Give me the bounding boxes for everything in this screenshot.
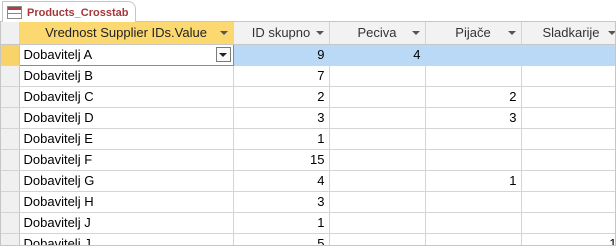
chevron-down-icon[interactable]: [215, 47, 231, 62]
table-row[interactable]: Dobavitelj J 5 1: [1, 233, 615, 245]
table-cell[interactable]: [329, 107, 426, 129]
table-cell[interactable]: [329, 170, 426, 192]
table-cell[interactable]: 3: [233, 191, 330, 213]
table-row[interactable]: Dobavitelj G 4 1: [1, 170, 615, 192]
table-cell[interactable]: [521, 65, 615, 87]
table-cell[interactable]: Dobavitelj H: [19, 191, 234, 213]
table-row[interactable]: Dobavitelj C 2 2: [1, 86, 615, 108]
table-cell[interactable]: 1: [233, 212, 330, 234]
column-header-peciva[interactable]: Peciva: [329, 22, 426, 45]
table-cell[interactable]: Dobavitelj G: [19, 170, 234, 192]
table-cell[interactable]: [521, 86, 615, 108]
table-cell[interactable]: Dobavitelj C: [19, 86, 234, 108]
sort-dropdown-icon[interactable]: [315, 31, 324, 35]
table-row[interactable]: Dobavitelj H 3: [1, 191, 615, 213]
table-row[interactable]: Dobavitelj D 3 3: [1, 107, 615, 129]
table-cell[interactable]: 7: [233, 65, 330, 87]
table-cell[interactable]: Dobavitelj F: [19, 149, 234, 171]
table-cell[interactable]: Dobavitelj J: [19, 212, 234, 234]
supplier-combo-cell[interactable]: Dobavitelj A: [18, 43, 234, 66]
column-header-label: ID skupno: [251, 25, 311, 41]
table-cell[interactable]: [521, 44, 615, 66]
document-tab-products-crosstab[interactable]: Products_Crosstab: [2, 1, 136, 23]
row-selector[interactable]: [1, 191, 20, 213]
select-all-corner[interactable]: [1, 22, 20, 45]
table-row[interactable]: Dobavitelj A 9 4: [1, 43, 615, 66]
row-selector[interactable]: [1, 149, 20, 171]
sort-dropdown-icon[interactable]: [507, 31, 516, 35]
document-tab-strip: Products_Crosstab: [0, 0, 616, 23]
table-cell[interactable]: [425, 44, 522, 66]
table-row[interactable]: Dobavitelj E 1: [1, 128, 615, 150]
table-cell[interactable]: [425, 65, 522, 87]
column-header-supplier[interactable]: Vrednost Supplier IDs.Value: [19, 22, 234, 45]
cell-value: Dobavitelj A: [23, 47, 93, 62]
header-row: Vrednost Supplier IDs.Value ID skupno Pe…: [1, 22, 615, 45]
table-cell[interactable]: 4: [233, 170, 330, 192]
table-cell[interactable]: Dobavitelj J: [19, 233, 234, 245]
table-cell[interactable]: [425, 191, 522, 213]
table-cell[interactable]: 2: [425, 86, 522, 108]
table-cell[interactable]: [521, 191, 615, 213]
row-selector[interactable]: [1, 86, 20, 108]
table-cell[interactable]: [329, 212, 426, 234]
table-cell[interactable]: [521, 107, 615, 129]
row-selector[interactable]: [1, 44, 20, 66]
table-cell[interactable]: [329, 128, 426, 150]
tab-label: Products_Crosstab: [27, 6, 129, 19]
sort-dropdown-icon[interactable]: [411, 31, 420, 35]
column-header-label: Pijače: [455, 25, 491, 41]
column-header-id-skupno[interactable]: ID skupno: [233, 22, 330, 45]
table-cell[interactable]: Dobavitelj B: [19, 65, 234, 87]
row-selector[interactable]: [1, 107, 20, 129]
table-cell[interactable]: Dobavitelj E: [19, 128, 234, 150]
table-cell[interactable]: [329, 86, 426, 108]
table-cell[interactable]: [329, 65, 426, 87]
table-cell[interactable]: 3: [233, 107, 330, 129]
row-selector[interactable]: [1, 170, 20, 192]
table-cell[interactable]: [425, 149, 522, 171]
table-cell[interactable]: 2: [233, 86, 330, 108]
sort-dropdown-icon[interactable]: [219, 31, 228, 35]
table-cell[interactable]: 4: [329, 44, 426, 66]
table-row[interactable]: Dobavitelj J 1: [1, 212, 615, 234]
table-cell[interactable]: [329, 233, 426, 245]
sort-dropdown-icon[interactable]: [607, 31, 615, 35]
table-cell[interactable]: 1: [233, 128, 330, 150]
table-cell[interactable]: [521, 170, 615, 192]
table-row[interactable]: Dobavitelj F 15: [1, 149, 615, 171]
table-cell[interactable]: 1: [425, 170, 522, 192]
table-cell[interactable]: [425, 128, 522, 150]
table-cell[interactable]: [521, 149, 615, 171]
table-cell[interactable]: [425, 233, 522, 245]
table-cell[interactable]: 1: [521, 233, 615, 245]
row-selector[interactable]: [1, 128, 20, 150]
column-header-pijace[interactable]: Pijače: [425, 22, 522, 45]
table-cell[interactable]: [521, 128, 615, 150]
table-cell[interactable]: [521, 212, 615, 234]
table-cell[interactable]: [329, 149, 426, 171]
table-cell[interactable]: 5: [233, 233, 330, 245]
table-cell[interactable]: Dobavitelj D: [19, 107, 234, 129]
table-cell[interactable]: 3: [425, 107, 522, 129]
table-row[interactable]: Dobavitelj B 7: [1, 65, 615, 87]
query-datasheet-icon: [7, 6, 22, 19]
row-selector[interactable]: [1, 233, 20, 245]
datasheet-grid: Vrednost Supplier IDs.Value ID skupno Pe…: [0, 22, 616, 246]
column-header-sladkarije[interactable]: Sladkarije: [521, 22, 615, 45]
column-header-label: Peciva: [357, 25, 397, 41]
row-selector[interactable]: [1, 65, 20, 87]
table-cell[interactable]: 9: [233, 44, 330, 66]
column-header-label: Sladkarije: [542, 25, 600, 41]
table-cell[interactable]: [425, 212, 522, 234]
table-cell[interactable]: [329, 191, 426, 213]
column-header-label: Vrednost Supplier IDs.Value: [45, 25, 207, 41]
row-selector[interactable]: [1, 212, 20, 234]
table-cell[interactable]: 15: [233, 149, 330, 171]
